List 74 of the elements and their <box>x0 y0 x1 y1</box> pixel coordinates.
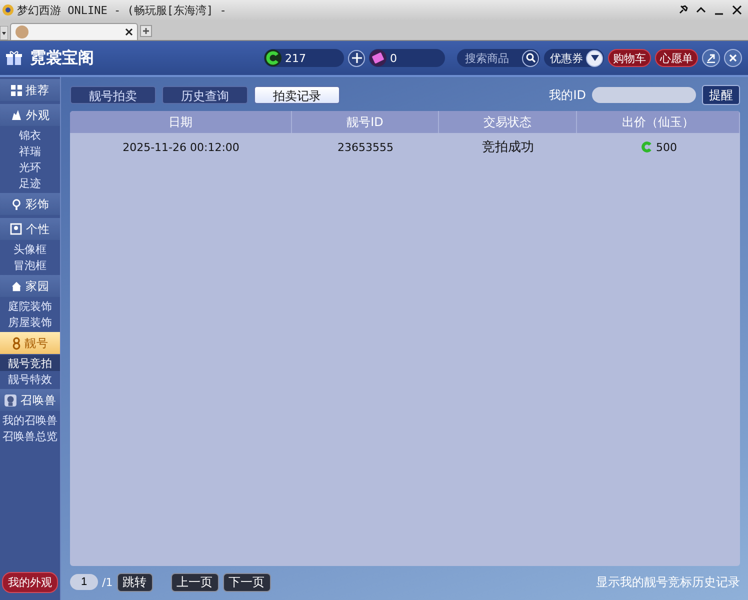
flower-icon <box>10 198 22 210</box>
avatar-icon <box>15 25 29 39</box>
collapse-icon[interactable] <box>696 5 706 15</box>
app-logo-icon <box>2 4 14 16</box>
history-note: 显示我的靓号竞标历史记录 <box>596 574 740 590</box>
search-icon <box>526 53 536 63</box>
price-text: 500 <box>656 140 677 154</box>
sidebar-category[interactable]: 推荐 <box>0 79 60 101</box>
prev-page-button[interactable]: 上一页 <box>170 572 219 592</box>
column-header: 交易状态 <box>439 111 577 133</box>
my-appearance-button[interactable]: 我的外观 <box>2 572 58 593</box>
sidebar-category[interactable]: 靓号 <box>0 332 60 354</box>
house-icon <box>10 280 22 292</box>
dropdown-icon[interactable] <box>0 26 8 40</box>
add-tab-icon[interactable] <box>140 25 152 37</box>
sidebar-category[interactable]: 彩饰 <box>0 193 60 215</box>
jump-button[interactable]: 跳转 <box>116 572 153 592</box>
close-icon[interactable] <box>125 28 133 36</box>
jade-currency-icon <box>640 140 654 154</box>
shop-title: 霓裳宝阁 <box>30 48 94 68</box>
sidebar-item[interactable]: 锦衣 <box>0 127 60 143</box>
currency-amount: 217 <box>285 52 306 64</box>
popout-button[interactable] <box>702 49 720 67</box>
column-header: 日期 <box>70 111 292 133</box>
close-icon[interactable] <box>732 5 742 15</box>
table-cell-text: 23653555 <box>336 140 394 156</box>
sidebar-category[interactable]: 外观 <box>0 104 60 126</box>
window-title: 梦幻西游 ONLINE - (畅玩服[东海湾] - <box>17 2 226 18</box>
jade-currency-icon <box>264 49 282 67</box>
close-button[interactable] <box>724 49 742 67</box>
table-cell-text: 2025-11-26 00:12:00 <box>122 140 240 156</box>
portrait-frame-icon <box>10 223 22 235</box>
sidebar-item[interactable]: 靓号竞拍 <box>0 355 60 371</box>
tab[interactable]: 历史查询 <box>162 86 248 104</box>
sidebar-item[interactable]: 头像框 <box>0 241 60 257</box>
figure-icon <box>10 109 22 121</box>
figure-eight-icon <box>12 336 20 350</box>
sidebar-category[interactable]: 个性 <box>0 218 60 240</box>
add-button[interactable] <box>348 50 365 66</box>
search-field[interactable]: 搜索商品 <box>457 49 540 67</box>
sidebar-item[interactable]: 召唤兽总览 <box>0 428 60 444</box>
gift-icon <box>6 50 22 66</box>
close-icon <box>729 54 737 62</box>
grid-icon <box>10 84 22 96</box>
plus-icon <box>352 53 362 63</box>
cart-button[interactable]: 购物车 <box>608 49 651 67</box>
creature-icon <box>4 394 16 406</box>
caret-icon <box>590 55 598 61</box>
pin-icon[interactable] <box>678 5 688 15</box>
sidebar-item[interactable]: 足迹 <box>0 175 60 191</box>
ticket-icon <box>369 49 387 67</box>
table-cell-text: 竞拍成功 <box>481 139 535 157</box>
popout-icon <box>706 53 716 63</box>
sidebar-item[interactable]: 我的召唤兽 <box>0 412 60 428</box>
next-page-button[interactable]: 下一页 <box>222 572 271 592</box>
wishlist-button[interactable]: 心愿单 <box>655 49 698 67</box>
sidebar-item[interactable]: 靓号特效 <box>0 371 60 387</box>
tab[interactable]: 拍卖记录 <box>254 86 340 104</box>
ticket-amount: 0 <box>390 52 397 64</box>
sidebar-item[interactable]: 庭院装饰 <box>0 298 60 314</box>
sidebar-category[interactable]: 召唤兽 <box>0 389 60 411</box>
remind-button[interactable]: 提醒 <box>702 85 740 105</box>
my-id-label: 我的ID <box>549 86 586 104</box>
sidebar-item[interactable]: 祥瑞 <box>0 143 60 159</box>
sidebar-item[interactable]: 冒泡框 <box>0 257 60 273</box>
sidebar-category[interactable]: 家园 <box>0 275 60 297</box>
page-total: /1 <box>102 576 113 588</box>
column-header: 出价（仙玉） <box>577 111 740 133</box>
sidebar-item[interactable]: 房屋装饰 <box>0 314 60 330</box>
tab[interactable]: 靓号拍卖 <box>70 86 156 104</box>
page-input[interactable]: 1 <box>70 574 98 590</box>
column-header: 靓号ID <box>292 111 439 133</box>
sidebar-item[interactable]: 光环 <box>0 159 60 175</box>
coupon-dropdown[interactable]: 优惠券 <box>544 49 604 67</box>
